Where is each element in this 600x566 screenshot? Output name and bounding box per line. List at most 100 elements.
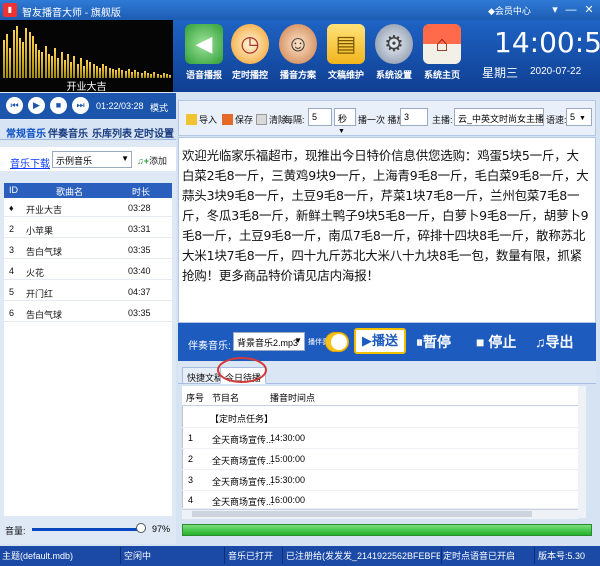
minimize-button[interactable]: — [564, 3, 578, 17]
voice-select[interactable]: 云_中英文时尚女主播( [454, 108, 544, 126]
interval-unit-select[interactable]: 秒▼ [334, 108, 356, 135]
song-name: 小苹果 [26, 226, 54, 236]
play-icon[interactable]: ▶ [28, 97, 45, 114]
song-name: 告白气球 [26, 247, 63, 257]
spectrum-bar [31, 36, 34, 78]
schedule-table-header: 序号 节目名 播音时间点 [182, 386, 586, 406]
program-time: 14:30:00 [270, 433, 306, 443]
home-icon: ⌂ [423, 24, 461, 64]
stop-icon[interactable]: ■ [50, 97, 67, 114]
accompaniment-toggle[interactable] [325, 332, 349, 352]
schedule-row[interactable]: 3 全天商场宣传... 15:30:00 [182, 470, 586, 491]
spectrum-bar [102, 64, 105, 78]
spectrum-bar [51, 56, 53, 78]
spectrum-bar [9, 48, 12, 78]
row-number: 2 [188, 454, 194, 464]
col-time: 播音时间点 [270, 393, 316, 403]
category-value: 示例音乐 [56, 156, 93, 166]
playback-time: 01:22/03:28 [96, 101, 144, 111]
add-music-button[interactable]: ♫+添加 [137, 154, 167, 167]
import-label: 导入 [199, 115, 218, 125]
eraser-icon [256, 114, 267, 125]
status-timer: 定时点语音已开启 [443, 551, 516, 561]
clock-date: 2020-07-22 [530, 66, 582, 77]
tab-accompaniment[interactable]: 伴奏音乐 [48, 125, 88, 140]
next-icon[interactable]: ⏭ [72, 97, 89, 114]
member-center-link[interactable]: ◆会员中心 [488, 4, 531, 17]
clear-button[interactable]: 清除 [256, 113, 287, 126]
toolbar-settings[interactable]: ⚙ 系统设置 [370, 22, 418, 90]
announcement-text[interactable]: 欢迎光临家乐福超市，现推出今日特价信息供您选购：鸡蛋5块5一斤，大白菜2毛8一斤… [182, 146, 590, 286]
clock-time: 14:00:55 [494, 26, 600, 59]
song-row[interactable]: 5 开门红 04:37 [4, 283, 172, 301]
music-download-link[interactable]: 音乐下载 [10, 155, 50, 170]
schedule-row[interactable]: 4 全天商场宣传... 16:00:00 [182, 491, 586, 509]
toolbar-home[interactable]: ⌂ 系统主页 [418, 22, 466, 90]
spectrum-bar [67, 54, 69, 78]
song-row[interactable]: 3 告白气球 03:35 [4, 241, 172, 259]
song-duration: 03:40 [128, 266, 151, 276]
spectrum-bar [111, 69, 114, 78]
chevron-down-icon: ▼ [294, 336, 302, 345]
schedule-group-row[interactable]: 【定时点任务】 [182, 407, 586, 428]
spectrum-bar [86, 60, 89, 78]
scrollbar-thumb[interactable] [192, 511, 532, 517]
song-name: 火花 [26, 268, 45, 278]
spectrum-bar [3, 40, 5, 78]
repeat-count-input[interactable]: 3 [400, 108, 428, 126]
program-name: 全天商场宣传... [212, 477, 274, 487]
song-row[interactable]: 2 小苹果 03:31 [4, 220, 172, 238]
import-button[interactable]: 导入 [186, 113, 217, 126]
volume-knob[interactable] [136, 523, 146, 533]
song-duration: 03:31 [128, 224, 151, 234]
spectrum-bar [79, 58, 82, 78]
close-button[interactable]: ✕ [582, 3, 596, 17]
schedule-row[interactable]: 1 全天商场宣传... 14:30:00 [182, 428, 586, 449]
export-button[interactable]: ♫导出 [535, 332, 574, 352]
speed-value: 5 [570, 112, 576, 122]
tab-music-library[interactable]: 乐库列表 [92, 125, 132, 140]
status-registration: 已注册给(发发发_2141922562BFEBFBFF00030 [286, 551, 440, 561]
toolbar-label: 播音方案 [279, 70, 316, 80]
toolbar-voice-broadcast[interactable]: ◀ 语音播报 [180, 22, 228, 90]
vertical-scrollbar[interactable] [578, 386, 586, 518]
song-duration: 03:35 [128, 308, 151, 318]
song-row[interactable]: 6 告白气球 03:35 [4, 304, 172, 322]
speed-select[interactable]: 5 ▼ [566, 108, 592, 126]
music-category-select[interactable]: 示例音乐 ▼ [52, 151, 132, 168]
song-row[interactable]: ♦ 开业大吉 03:28 [4, 199, 172, 217]
window-title: 智友播音大师 - 旗舰版 [22, 8, 121, 19]
broadcast-play-button[interactable]: ▶播送 [354, 328, 406, 354]
tab-regular-music[interactable]: 常规音乐 [6, 125, 46, 140]
save-button[interactable]: 保存 [222, 113, 253, 126]
schedule-row[interactable]: 2 全天商场宣传... 15:00:00 [182, 449, 586, 470]
bg-music-label: 伴奏音乐: [188, 341, 231, 352]
toolbar-manuscript[interactable]: ▤ 文稿维护 [322, 22, 370, 90]
progress-bar [182, 524, 592, 536]
previous-icon[interactable]: ⏮ [6, 97, 23, 114]
spectrum-bar [108, 68, 111, 78]
spectrum-bar [28, 32, 31, 78]
status-divider [282, 547, 283, 564]
folder-icon: ▤ [327, 24, 365, 64]
toolbar-timer-control[interactable]: ◷ 定时播控 [226, 22, 274, 90]
dropdown-icon[interactable]: ▾ [548, 3, 562, 17]
toolbar-broadcast-plan[interactable]: ☺ 播音方案 [274, 22, 322, 90]
tab-timer-settings[interactable]: 定时设置 [134, 125, 174, 140]
spectrum-bar [118, 68, 121, 78]
volume-slider[interactable] [32, 528, 141, 531]
status-divider [120, 547, 121, 564]
song-row[interactable]: 4 火花 03:40 [4, 262, 172, 280]
play-mode-button[interactable]: 模式 [150, 101, 168, 114]
stop-button[interactable]: ■ 停止 [476, 332, 516, 352]
spectrum-bar [105, 66, 108, 78]
repeat-label: 播一次 播放 [358, 115, 406, 125]
spectrum-bar [99, 68, 101, 78]
spectrum-bar [54, 48, 57, 78]
program-time: 16:00:00 [270, 495, 306, 505]
interval-input[interactable]: 5 [308, 108, 332, 126]
program-name: 全天商场宣传... [212, 435, 274, 445]
song-table-header: ID 歌曲名 时长 [4, 183, 172, 198]
pause-button[interactable]: ⏸暂停 [416, 332, 451, 352]
bg-music-select[interactable]: 背景音乐2.mp3 ▼ [233, 332, 305, 351]
